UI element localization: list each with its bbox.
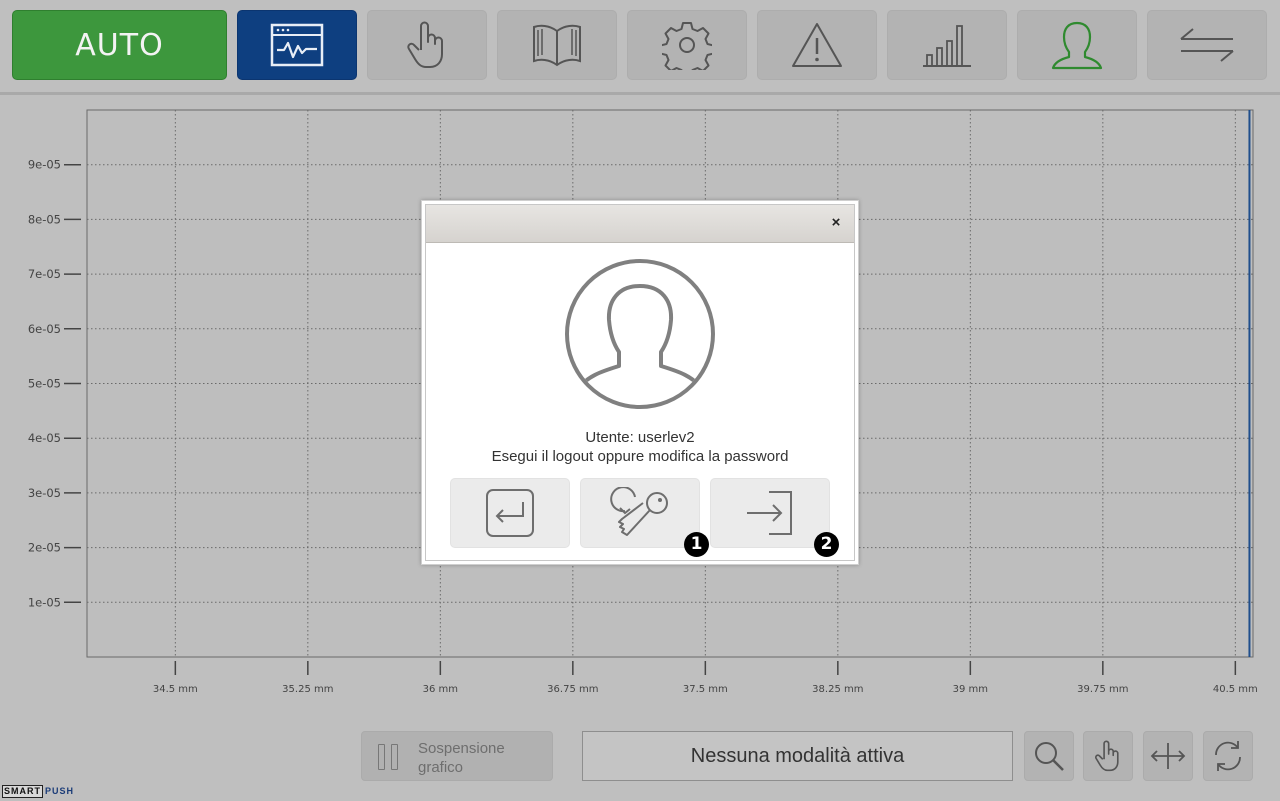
y-tick-label: 2e-05 [28, 541, 61, 555]
y-tick-label: 3e-05 [28, 486, 61, 500]
back-enter-icon [486, 489, 534, 537]
horizontal-resize-icon [1150, 743, 1186, 769]
y-tick-label: 5e-05 [28, 377, 61, 391]
x-tick-label: 39 mm [953, 684, 988, 695]
pause-graph-button[interactable]: Sospensione grafico [361, 731, 553, 781]
change-password-key-icon [610, 487, 668, 536]
current-user-text: Utente: userlev2 [585, 429, 695, 446]
y-tick-label: 7e-05 [28, 267, 61, 281]
brand-smart: SMART [2, 785, 43, 798]
close-icon[interactable]: × [828, 215, 844, 231]
y-tick-label: 6e-05 [28, 322, 61, 336]
horizontal-fit-button[interactable] [1143, 731, 1193, 781]
dialog-title-bar: × [426, 205, 854, 243]
zoom-icon [1035, 742, 1064, 771]
logout-button[interactable] [710, 478, 830, 548]
callout-badge-1: 1 [684, 532, 709, 557]
x-tick-label: 40.5 mm [1213, 684, 1258, 695]
y-tick-label: 4e-05 [28, 431, 61, 445]
logout-hint-text: Esegui il logout oppure modifica la pass… [491, 448, 789, 465]
y-tick-label: 1e-05 [28, 595, 61, 609]
pan-button[interactable] [1083, 731, 1133, 781]
refresh-button[interactable] [1203, 731, 1253, 781]
x-tick-label: 39.75 mm [1077, 684, 1128, 695]
active-mode-display: Nessuna modalità attiva [582, 731, 1013, 781]
x-tick-label: 36.75 mm [547, 684, 598, 695]
back-button[interactable] [450, 478, 570, 548]
callout-badge-2: 2 [814, 532, 839, 557]
zoom-button[interactable] [1024, 731, 1074, 781]
pan-hand-icon [1095, 740, 1119, 772]
pause-graph-label: Sospensione grafico [418, 740, 505, 776]
change-password-button[interactable] [580, 478, 700, 548]
y-tick-label: 9e-05 [28, 158, 61, 172]
brand-logo: SMART PUSH [2, 785, 74, 798]
pause-icon [378, 744, 402, 770]
y-tick-label: 8e-05 [28, 212, 61, 226]
x-tick-label: 34.5 mm [153, 684, 198, 695]
x-tick-label: 37.5 mm [683, 684, 728, 695]
user-dialog: × Utente: userlev2 Esegui il logout oppu… [421, 200, 859, 565]
x-tick-label: 35.25 mm [282, 684, 333, 695]
user-dialog-body: × Utente: userlev2 Esegui il logout oppu… [425, 204, 855, 561]
x-tick-label: 38.25 mm [812, 684, 863, 695]
logout-icon [747, 491, 792, 535]
user-avatar-icon [565, 259, 715, 409]
refresh-icon [1215, 741, 1241, 771]
x-tick-label: 36 mm [423, 684, 458, 695]
brand-push: PUSH [45, 786, 75, 796]
